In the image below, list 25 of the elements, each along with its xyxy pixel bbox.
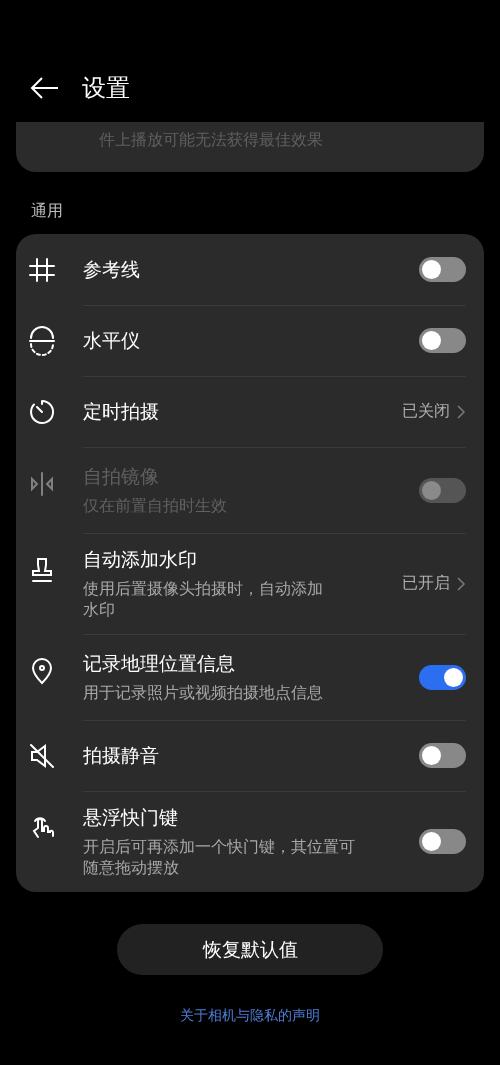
chevron-right-icon[interactable] [456,575,466,592]
level-icon [27,325,57,356]
toggle-switch[interactable] [419,257,466,282]
section-title: 通用 [31,201,63,220]
setting-title: 水平仪 [83,327,141,353]
back-arrow-icon[interactable] [30,76,60,100]
setting-title: 悬浮快门键 [83,805,179,830]
setting-title: 自动添加水印 [83,547,198,572]
page-title: 设置 [82,73,130,104]
setting-value[interactable]: 已关闭 [402,401,450,422]
setting-description: 用于记录照片或视频拍摄地点信息 [83,682,324,703]
toggle-switch[interactable] [419,743,466,768]
setting-title: 拍摄静音 [83,742,160,768]
setting-value[interactable]: 已开启 [402,573,450,594]
setting-title: 记录地理位置信息 [83,651,236,676]
privacy-link[interactable]: 关于相机与隐私的声明 [180,1007,320,1025]
setting-description: 使用后置摄像头拍摄时，自动添加水印 [83,578,324,620]
toggle-switch[interactable] [419,829,466,854]
toggle-switch[interactable] [419,664,466,690]
reset-button[interactable]: 恢复默认值 [117,924,383,975]
chevron-right-icon[interactable] [456,403,466,420]
setting-description: 开启后可再添加一个快门键，其位置可随意拖动摆放 [83,836,355,878]
setting-title: 定时拍摄 [83,398,160,424]
setting-title: 参考线 [83,256,141,282]
toggle-switch[interactable] [419,328,466,353]
